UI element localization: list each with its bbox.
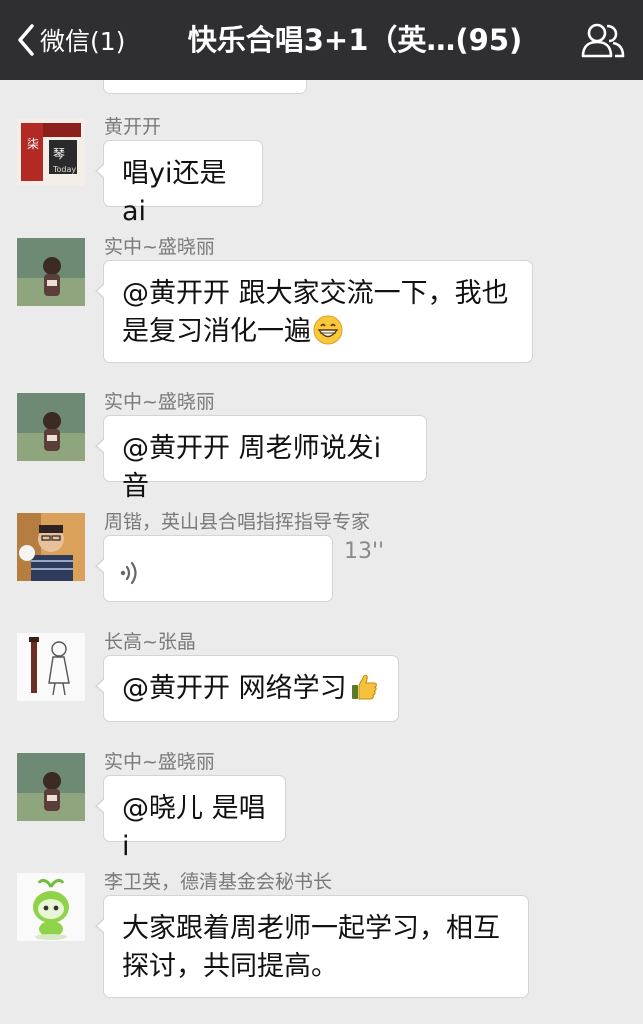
sender-name: 黄开开 [104,116,162,138]
avatar[interactable] [17,393,85,461]
svg-text:Today: Today [52,165,76,174]
svg-text:琴: 琴 [53,147,65,161]
message-bubble[interactable]: @黄开开 跟大家交流一下，我也 是复习消化一遍 [95,260,533,363]
message-bubble[interactable]: @黄开开 周老师说发i音 [95,415,427,502]
back-label: 微信(1) [40,27,126,56]
svg-text:柒: 柒 [27,137,39,151]
message-bubble[interactable]: @晓儿 是唱i [95,775,286,862]
sender-name: 实中~盛晓丽 [104,236,215,258]
message-bubble[interactable]: 大家跟着周老师一起学习，相互 探讨，共同提高。 [95,895,529,998]
chevron-left-icon [16,23,36,57]
sender-name: 周锴，英山县合唱指挥指导专家 [104,511,371,533]
thumbs-up-emoji [349,672,379,713]
voice-wave-icon [118,558,142,596]
avatar[interactable]: 柒 琴 Today [17,118,85,186]
grinning-emoji [313,315,343,356]
message-text-line: 大家跟着周老师一起学习，相互 [122,913,500,944]
avatar[interactable] [17,513,85,581]
message-text: 唱yi还是ai [122,158,227,227]
sender-name: 实中~盛晓丽 [104,751,215,773]
voice-message-bubble[interactable] [95,535,333,602]
sender-name: 长高~张晶 [104,631,196,653]
message-text: @晓儿 是唱i [122,793,266,862]
previous-message-bubble[interactable] [103,80,307,94]
avatar[interactable] [17,753,85,821]
avatar[interactable] [17,873,85,941]
message-text-line: 探讨，共同提高。 [122,951,338,982]
message-bubble[interactable]: @黄开开 网络学习 [95,655,399,722]
message-text-line: 是复习消化一遍 [122,316,311,347]
sender-name: 实中~盛晓丽 [104,391,215,413]
message-text: @黄开开 周老师说发i音 [122,433,382,502]
chat-area[interactable]: 柒 琴 Today 黄开开 唱yi还是ai 实中~盛晓丽 @黄开开 跟大家交流一… [0,80,643,1024]
people-icon[interactable] [581,22,625,58]
voice-duration: 13'' [344,539,385,564]
sender-name: 李卫英，德清基金会秘书长 [104,871,333,893]
message-bubble[interactable]: 唱yi还是ai [95,140,263,227]
chat-title: 快乐合唱3+1（英…(95) [187,23,523,57]
message-text: @黄开开 网络学习 [122,673,347,704]
message-text-line: @黄开开 跟大家交流一下，我也 [122,278,509,309]
avatar[interactable] [17,633,85,701]
back-button[interactable]: 微信(1) [16,0,125,80]
navigation-bar: 微信(1) 快乐合唱3+1（英…(95) [0,0,643,80]
avatar[interactable] [17,238,85,306]
